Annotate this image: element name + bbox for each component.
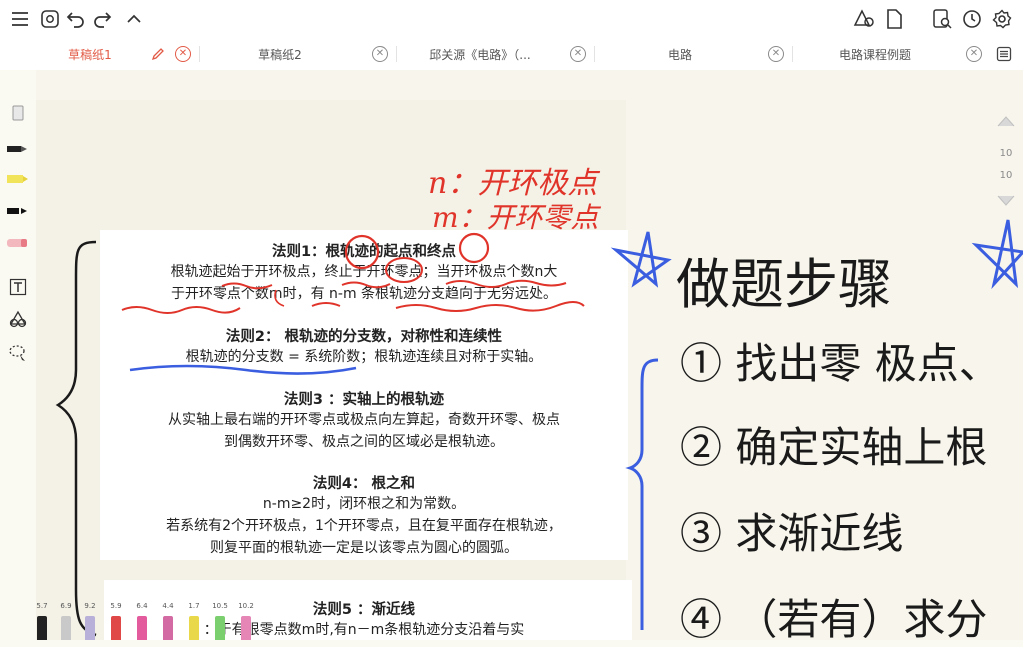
pen-size-label: 10.2 <box>238 602 254 610</box>
tab-label: 电路课程例题 <box>838 47 911 62</box>
collapse-icon[interactable] <box>122 7 146 31</box>
page-size-value: 10 <box>999 170 1013 181</box>
tab-divider <box>792 46 793 62</box>
rule-text: 从实轴上最右端的开环零点或极点向左算起，奇数开环零、极点 <box>168 412 560 428</box>
handwritten-note-m: m：开环零点 <box>432 201 599 234</box>
rule-text: 根轨迹的分支数 = 系统阶数；根轨迹连续且对称于实轴。 <box>185 349 543 365</box>
tab-scratch-1[interactable]: 草稿纸1 <box>40 38 140 70</box>
tab-list-icon[interactable] <box>992 42 1016 66</box>
handwritten-step: ② 确定实轴上根 <box>680 423 988 472</box>
pen-gray[interactable] <box>61 616 71 640</box>
close-icon[interactable]: ✕ <box>966 46 982 62</box>
rule-2: 法则2： 根轨迹的分支数，对称性和连续性 根轨迹的分支数 = 系统阶数；根轨迹连… <box>100 325 628 368</box>
edit-icon[interactable] <box>146 42 170 66</box>
scroll-up-icon[interactable] <box>996 114 1016 128</box>
pen-size-label: 6.9 <box>60 602 72 610</box>
right-rail: 10 10 <box>992 110 1020 250</box>
page-size-value: 10 <box>999 148 1013 159</box>
lasso-icon[interactable] <box>4 342 32 364</box>
handwritten-step: ④ （若有）求分 <box>680 595 988 644</box>
rule-heading: 法则1：根轨迹的起点和终点 <box>271 244 457 260</box>
handwritten-step: ③ 求渐近线 <box>680 509 904 558</box>
rule-heading: 法则3 ：实轴上的根轨迹 <box>283 392 445 408</box>
pen-tray: 5.7 6.9 9.2 5.9 6.4 4.4 1.7 10.5 10.2 <box>32 600 272 640</box>
pen-pink[interactable] <box>137 616 147 640</box>
rule-text: 于开环零点个数m时，有 n-m 条根轨迹分支趋向于无穷远处。 <box>170 286 558 302</box>
rule-3: 法则3 ：实轴上的根轨迹 从实轴上最右端的开环零点或极点向左算起，奇数开环零、极… <box>100 388 628 453</box>
tab-label: 草稿纸1 <box>68 47 112 62</box>
handwritten-step: ① 找出零 极点、 <box>680 339 1001 388</box>
close-icon[interactable]: ✕ <box>570 46 586 62</box>
search-doc-icon[interactable] <box>930 7 954 31</box>
rule-text: 则复平面的根轨迹一定是以该零点为圆心的圆弧。 <box>210 540 518 556</box>
rule-text: 到偶数开环零、极点之间的区域必是根轨迹。 <box>224 434 504 450</box>
rule-text: 若系统有2个开环极点，1个开环零点，且在复平面存在根轨迹， <box>166 518 562 534</box>
settings-icon[interactable] <box>990 7 1014 31</box>
tab-scratch-2[interactable]: 草稿纸2 <box>210 38 350 70</box>
pen-rose[interactable] <box>241 616 251 640</box>
rule-text: 根轨迹起始于开环极点，终止于开环零点；当开环极点个数n大 <box>170 264 558 280</box>
pen-red[interactable] <box>111 616 121 640</box>
rule-text: n-m≥2时，闭环根之和为常数。 <box>262 496 466 512</box>
tab-label: 电路 <box>667 47 692 62</box>
text-icon[interactable] <box>4 276 32 298</box>
tab-label: 邱关源《电路》（... <box>429 47 531 62</box>
pen-size-label: 9.2 <box>84 602 96 610</box>
shapes-icon[interactable] <box>852 7 876 31</box>
tab-circuit-book[interactable]: 邱关源《电路》（... <box>405 38 555 70</box>
scroll-down-icon[interactable] <box>996 194 1016 208</box>
undo-icon[interactable] <box>64 7 88 31</box>
close-icon[interactable]: ✕ <box>372 46 388 62</box>
note-canvas[interactable]: 法则1：根轨迹的起点和终点 根轨迹起始于开环极点，终止于开环零点；当开环极点个数… <box>36 70 1023 644</box>
pen-black[interactable] <box>37 616 47 640</box>
shapes-tool-icon[interactable] <box>4 308 32 330</box>
eraser-pink-icon[interactable] <box>4 232 32 254</box>
tab-circuit-examples[interactable]: 电路课程例题 <box>800 38 950 70</box>
highlighter-icon[interactable] <box>4 168 32 190</box>
reader-icon[interactable] <box>38 7 62 31</box>
pen-size-label: 6.4 <box>136 602 148 610</box>
redo-icon[interactable] <box>90 7 114 31</box>
pen-lavender[interactable] <box>85 616 95 640</box>
marker-icon[interactable] <box>4 200 32 222</box>
rule-4: 法则4： 根之和 n-m≥2时，闭环根之和为常数。 若系统有2个开环极点，1个开… <box>100 472 628 559</box>
pen-size-label: 10.5 <box>212 602 228 610</box>
pen-magenta[interactable] <box>163 616 173 640</box>
history-icon[interactable] <box>960 7 984 31</box>
tab-bar: 草稿纸1 ✕ 草稿纸2 ✕ 邱关源《电路》（... ✕ 电路 ✕ 电路课程例题 … <box>0 38 1023 71</box>
eraser-icon[interactable] <box>4 102 32 124</box>
rule-heading: 法则4： 根之和 <box>312 476 416 492</box>
tab-divider <box>199 46 200 62</box>
pen-green[interactable] <box>215 616 225 640</box>
pen-size-label: 4.4 <box>162 602 174 610</box>
tab-label: 草稿纸2 <box>258 47 302 62</box>
pen-yellow[interactable] <box>189 616 199 640</box>
tab-divider <box>594 46 595 62</box>
pen-size-label: 5.7 <box>36 602 48 610</box>
menu-icon[interactable] <box>8 7 32 31</box>
top-toolbar <box>0 0 1023 38</box>
tab-circuit[interactable]: 电路 <box>600 38 760 70</box>
tab-divider <box>396 46 397 62</box>
page-icon[interactable] <box>882 7 906 31</box>
rule-heading: 法则2： 根轨迹的分支数，对称性和连续性 <box>225 329 503 345</box>
pen-size-label: 1.7 <box>188 602 200 610</box>
pen-size-label: 5.9 <box>110 602 122 610</box>
close-icon[interactable]: ✕ <box>175 46 191 62</box>
rule-1: 法则1：根轨迹的起点和终点 根轨迹起始于开环极点，终止于开环零点；当开环极点个数… <box>100 240 628 305</box>
tool-rail <box>0 70 36 640</box>
handwritten-title: 做题步骤 <box>676 253 892 316</box>
close-icon[interactable]: ✕ <box>768 46 784 62</box>
pen-icon[interactable] <box>4 138 32 160</box>
